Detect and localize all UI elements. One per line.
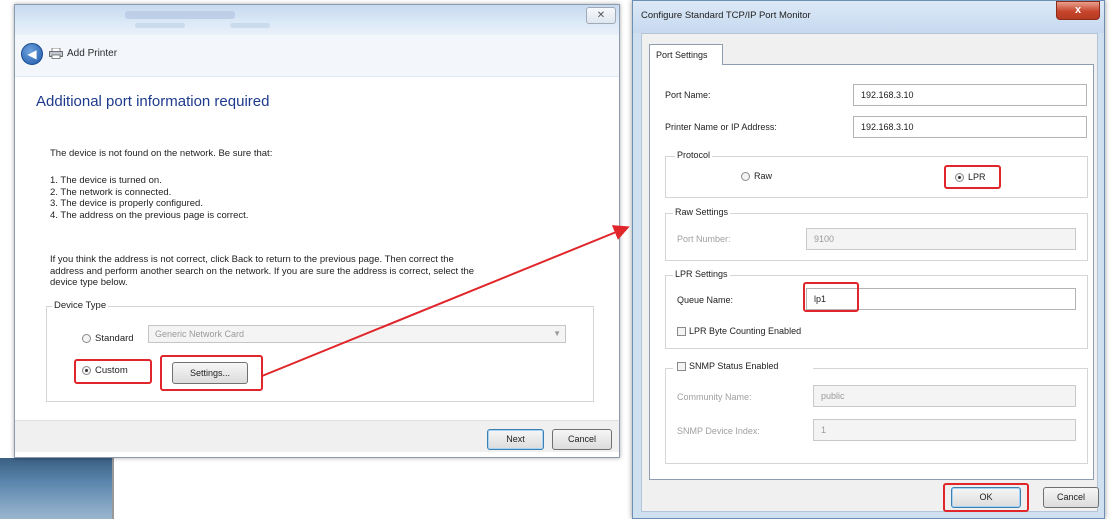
queue-name-label: Queue Name: <box>677 295 734 305</box>
queue-name-highlight-box <box>803 282 859 312</box>
dialog-title-bar: Configure Standard TCP/IP Port Monitor x <box>633 1 1104 33</box>
lpr-settings-legend: LPR Settings <box>673 269 730 279</box>
port-name-input[interactable]: 192.168.3.10 <box>853 84 1087 106</box>
lpr-byte-counting-checkbox[interactable] <box>677 327 686 336</box>
lpr-settings-group <box>665 275 1088 349</box>
protocol-group <box>665 156 1088 198</box>
snmp-device-index-label: SNMP Device Index: <box>677 426 760 436</box>
tcpip-port-dialog: Configure Standard TCP/IP Port Monitor x… <box>632 0 1105 519</box>
port-number-input[interactable]: 9100 <box>806 228 1076 250</box>
snmp-status-label: SNMP Status Enabled <box>689 361 779 371</box>
lpr-byte-counting-label: LPR Byte Counting Enabled <box>689 326 802 336</box>
snmp-group <box>665 368 1088 464</box>
lpr-radio[interactable] <box>955 173 964 182</box>
raw-radio[interactable] <box>741 172 750 181</box>
printer-name-input[interactable]: 192.168.3.10 <box>853 116 1087 138</box>
community-name-input[interactable]: public <box>813 385 1076 407</box>
raw-label: Raw <box>754 171 773 181</box>
raw-settings-legend: Raw Settings <box>673 207 731 217</box>
port-name-label: Port Name: <box>665 90 711 100</box>
snmp-device-index-input[interactable]: 1 <box>813 419 1076 441</box>
community-name-label: Community Name: <box>677 392 752 402</box>
lpr-label: LPR <box>968 172 986 182</box>
ok-button[interactable]: OK <box>951 487 1021 508</box>
dialog-title: Configure Standard TCP/IP Port Monitor <box>641 10 811 21</box>
protocol-legend: Protocol <box>675 150 713 160</box>
port-number-label: Port Number: <box>677 234 731 244</box>
dialog-close-button[interactable]: x <box>1056 1 1100 20</box>
dialog-cancel-button[interactable]: Cancel <box>1043 487 1099 508</box>
snmp-status-checkbox[interactable] <box>677 362 686 371</box>
tab-port-settings[interactable]: Port Settings <box>649 44 723 65</box>
printer-name-label: Printer Name or IP Address: <box>665 122 777 132</box>
